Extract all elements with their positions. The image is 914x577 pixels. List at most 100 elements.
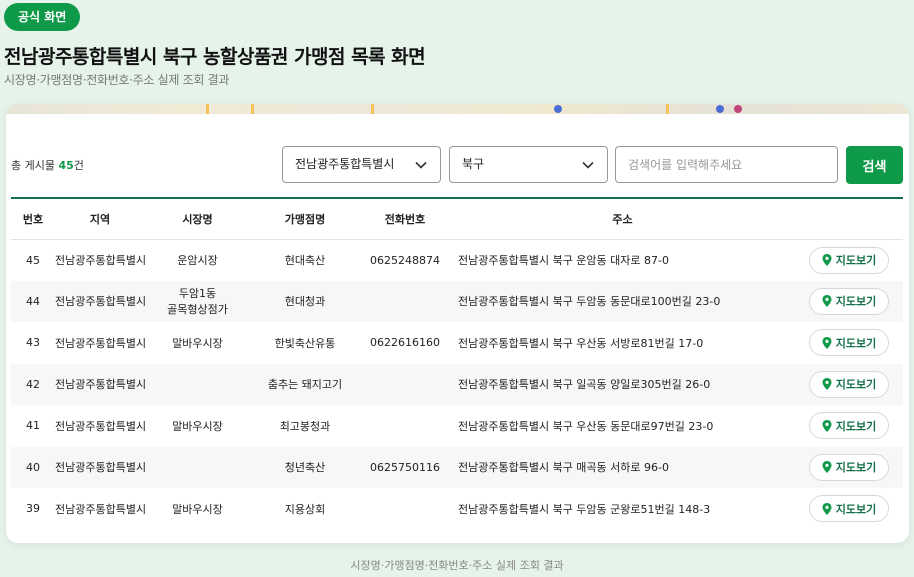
cell-region: 전남광주통합특별시 <box>55 336 145 350</box>
cell-store: 현대청과 <box>250 280 360 322</box>
map-pin-icon <box>822 502 832 515</box>
page-subtitle: 시장명·가맹점명·전화번호·주소 실제 조회 결과 <box>4 73 230 87</box>
header-phone: 전화번호 <box>360 199 450 240</box>
cell-store: 한빛축산유통 <box>274 336 336 350</box>
cell-number: 43 <box>26 336 40 350</box>
map-pin-icon <box>822 378 832 391</box>
map-pin-icon <box>822 461 832 474</box>
cell-phone <box>360 405 450 447</box>
cell-phone <box>360 488 450 530</box>
header-address: 주소 <box>450 199 795 240</box>
cell-number: 39 <box>26 502 40 516</box>
map-pin-icon <box>822 419 832 432</box>
cell-region: 전남광주통합특별시 <box>55 419 145 433</box>
map-pin-icon <box>822 336 832 349</box>
view-map-button[interactable]: 지도보기 <box>809 287 889 315</box>
cell-action: 지도보기 <box>795 363 903 405</box>
cell-store: 청년축산 <box>250 446 360 488</box>
cell-action: 지도보기 <box>795 280 903 322</box>
store-table: 번호 지역 시장명 가맹점명 전화번호 주소 45 전남광주통합특별시 운암시장 현대… <box>11 197 903 530</box>
cell-region: 전남광주통합특별시 <box>55 254 145 267</box>
cell-address: 전남광주통합특별시 북구 매곡동 서하로 96-0 <box>450 446 795 488</box>
cell-market: 말바우시장 <box>172 336 223 350</box>
cell-address: 전남광주통합특별시 북구 우산동 동문대로97번길 23-0 <box>458 419 714 433</box>
cell-region: 전남광주통합특별시 <box>55 502 145 516</box>
cell-phone: 0622616160 <box>370 336 440 350</box>
view-map-button[interactable]: 지도보기 <box>809 495 889 523</box>
cell-number: 44 <box>11 280 55 322</box>
table-row: 41 전남광주통합특별시 말바우시장 최고봉청과 전남광주통합특별시 북구 우산동 동문… <box>11 405 903 447</box>
view-map-label: 지도보기 <box>835 295 877 309</box>
cell-phone: 0625248874 <box>370 253 440 267</box>
region-select[interactable]: 전남광주통합특별시 <box>282 146 441 183</box>
cell-region: 전남광주통합특별시 <box>55 363 145 405</box>
cell-region: 전남광주통합특별시 <box>55 280 145 322</box>
view-map-label: 지도보기 <box>835 254 877 267</box>
view-map-button[interactable]: 지도보기 <box>809 453 889 481</box>
footer-note: 시장명·가맹점명·전화번호·주소 실제 조회 결과 <box>350 559 564 572</box>
cell-market: 두암1동 골목형상점가 <box>145 280 250 322</box>
cell-action: 지도보기 <box>795 239 903 281</box>
view-map-button[interactable]: 지도보기 <box>809 246 889 274</box>
table-row: 45 전남광주통합특별시 운암시장 현대축산 0625248874 전남광주통합특별시 북… <box>11 239 903 281</box>
header-action <box>795 199 903 240</box>
cell-address: 전남광주통합특별시 북구 일곡동 양일로305번길 26-0 <box>450 363 795 405</box>
map-pin-icon <box>822 254 832 266</box>
view-map-label: 지도보기 <box>835 502 877 516</box>
view-map-button[interactable]: 지도보기 <box>809 370 889 398</box>
cell-store: 현대축산 <box>284 254 326 267</box>
view-map-label: 지도보기 <box>835 419 877 433</box>
district-select[interactable]: 북구 <box>449 146 608 183</box>
cell-market: 운암시장 <box>177 254 218 267</box>
cell-action: 지도보기 <box>795 446 903 488</box>
cell-number: 45 <box>26 253 40 267</box>
cell-phone <box>360 280 450 322</box>
header-store: 가맹점명 <box>250 199 360 240</box>
cell-phone: 0625750116 <box>360 446 450 488</box>
table-row: 43 전남광주통합특별시 말바우시장 한빛축산유통 0622616160 전남광주통합특별… <box>11 322 903 364</box>
search-button[interactable]: 검색 <box>846 146 903 184</box>
cell-store: 춤추는 돼지고기 <box>250 363 360 405</box>
cell-action: 지도보기 <box>795 488 903 530</box>
cell-market <box>145 363 250 405</box>
view-map-label: 지도보기 <box>835 461 877 475</box>
header-market: 시장명 <box>145 199 250 240</box>
view-map-button[interactable]: 지도보기 <box>809 329 889 357</box>
header-region: 지역 <box>55 199 145 240</box>
table-header-row: 번호 지역 시장명 가맹점명 전화번호 주소 <box>11 199 903 240</box>
cell-market <box>145 446 250 488</box>
chevron-down-icon <box>582 161 594 169</box>
cell-action: 지도보기 <box>795 322 903 364</box>
store-list-card: 총 게시물 45건 전남광주통합특별시 북구 검색 번호 지역 시장명 가맹점명… <box>6 104 909 543</box>
total-prefix: 총 게시물 <box>11 159 55 172</box>
header-number: 번호 <box>11 199 55 240</box>
table-row: 44 전남광주통합특별시 두암1동 골목형상점가 현대청과 전남광주통합특별시 북구 두… <box>11 280 903 322</box>
page-title: 전남광주통합특별시 북구 농할상품권 가맹점 목록 화면 <box>4 46 426 68</box>
cell-store: 지용상회 <box>284 502 326 516</box>
cell-number: 42 <box>11 363 55 405</box>
cell-number: 41 <box>26 419 40 433</box>
cell-store: 최고봉청과 <box>279 419 331 433</box>
table-row: 42 전남광주통합특별시 춤추는 돼지고기 전남광주통합특별시 북구 일곡동 양일로3… <box>11 363 903 405</box>
map-pin-icon <box>822 295 832 308</box>
cell-market: 말바우시장 <box>172 419 223 433</box>
district-select-value: 북구 <box>462 157 485 171</box>
map-preview-strip[interactable] <box>6 104 909 114</box>
chevron-down-icon <box>415 161 427 169</box>
view-map-button[interactable]: 지도보기 <box>809 412 889 440</box>
cell-number: 40 <box>11 446 55 488</box>
view-map-label: 지도보기 <box>835 336 877 350</box>
total-count: 총 게시물 45건 <box>11 157 84 173</box>
total-suffix: 건 <box>73 159 84 172</box>
cell-action: 지도보기 <box>795 405 903 447</box>
search-input[interactable] <box>615 146 838 183</box>
table-row: 39 전남광주통합특별시 말바우시장 지용상회 전남광주통합특별시 북구 두암동 군왕로… <box>11 488 903 530</box>
cell-phone <box>360 363 450 405</box>
cell-address: 전남광주통합특별시 북구 운암동 대자로 87-0 <box>458 254 669 267</box>
cell-address: 전남광주통합특별시 북구 두암동 동문대로100번길 23-0 <box>450 280 795 322</box>
official-screen-badge: 공식 화면 <box>4 3 81 31</box>
cell-address: 전남광주통합특별시 북구 우산동 서방로81번길 17-0 <box>458 336 704 350</box>
cell-address: 전남광주통합특별시 북구 두암동 군왕로51번길 148-3 <box>458 502 711 516</box>
region-select-value: 전남광주통합특별시 <box>295 157 395 171</box>
view-map-label: 지도보기 <box>835 378 877 392</box>
